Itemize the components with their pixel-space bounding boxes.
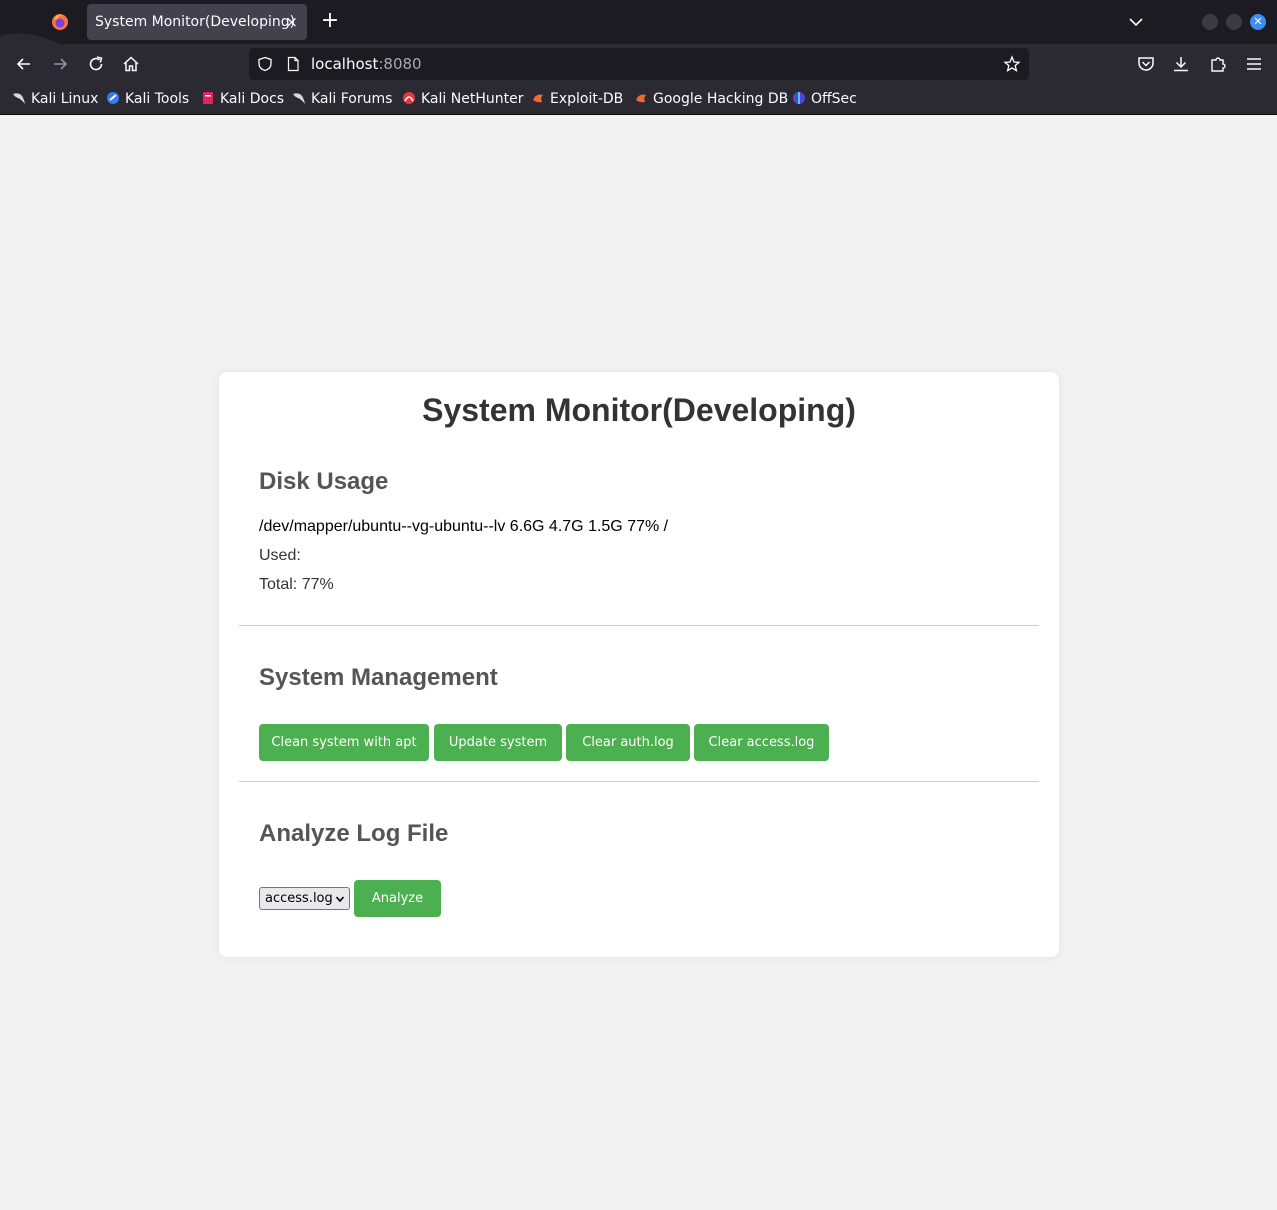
url-text[interactable]: localhost:8080 bbox=[311, 48, 422, 80]
bookmark-star-icon[interactable] bbox=[1003, 55, 1021, 73]
window-close-button[interactable]: ✕ bbox=[1250, 14, 1266, 30]
exploit-db-icon bbox=[636, 94, 646, 103]
bookmark-google-hacking-db[interactable]: Google Hacking DB bbox=[634, 84, 788, 115]
bookmark-label: Kali Tools bbox=[125, 91, 190, 107]
tab-title: System Monitor(Developing) bbox=[95, 14, 296, 30]
minimize-button[interactable] bbox=[1202, 14, 1218, 30]
tab-active[interactable]: System Monitor(Developing) × bbox=[87, 4, 307, 40]
analyze-log-heading: Analyze Log File bbox=[259, 820, 449, 847]
tab-close-icon[interactable]: × bbox=[285, 4, 298, 40]
nethunter-icon bbox=[403, 92, 415, 104]
page-title: System Monitor(Developing) bbox=[422, 392, 856, 428]
disk-usage-line: /dev/mapper/ubuntu--vg-ubuntu--lv 6.6G 4… bbox=[259, 518, 669, 535]
clear-access-log-button[interactable]: Clear access.log bbox=[694, 724, 829, 761]
pocket-icon[interactable] bbox=[1136, 54, 1156, 74]
kali-docs-icon bbox=[203, 92, 213, 104]
disk-total: Total: 77% bbox=[259, 576, 334, 593]
maximize-button[interactable] bbox=[1226, 14, 1242, 30]
bookmark-label: OffSec bbox=[811, 91, 857, 107]
exploit-db-icon bbox=[533, 94, 543, 103]
bookmark-kali-forums[interactable]: Kali Forums bbox=[292, 84, 392, 115]
tab-strip: System Monitor(Developing) × + ✕ bbox=[0, 0, 1277, 44]
bookmark-kali-docs[interactable]: Kali Docs bbox=[201, 84, 284, 115]
bookmark-exploit-db[interactable]: Exploit-DB bbox=[531, 84, 623, 115]
back-icon[interactable] bbox=[14, 54, 34, 74]
log-file-selected: access.log bbox=[265, 891, 333, 906]
clean-apt-button[interactable]: Clean system with apt bbox=[259, 724, 429, 761]
section-divider bbox=[239, 781, 1039, 782]
bookmark-label: Google Hacking DB bbox=[653, 91, 789, 107]
downloads-icon[interactable] bbox=[1171, 54, 1191, 74]
disk-used: Used: bbox=[259, 547, 301, 564]
monitor-card: System Monitor(Developing) Disk Usage /d… bbox=[219, 372, 1059, 957]
analyze-button[interactable]: Analyze bbox=[354, 880, 441, 917]
bookmark-label: Kali Docs bbox=[220, 91, 285, 107]
update-system-button[interactable]: Update system bbox=[434, 724, 562, 761]
navigation-toolbar: localhost:8080 bbox=[0, 44, 1277, 84]
home-icon[interactable] bbox=[121, 54, 141, 74]
bookmark-kali-nethunter[interactable]: Kali NetHunter bbox=[402, 84, 523, 115]
list-all-tabs-icon[interactable] bbox=[1127, 14, 1145, 30]
clear-auth-log-button[interactable]: Clear auth.log bbox=[566, 724, 690, 761]
kali-dragon-icon bbox=[293, 93, 305, 104]
bookmarks-toolbar: Kali Linux Kali Tools Kali Docs Kali For… bbox=[0, 84, 1277, 115]
bookmark-label: Kali Linux bbox=[31, 91, 99, 107]
forward-icon[interactable] bbox=[50, 54, 70, 74]
bookmark-offsec[interactable]: OffSec bbox=[792, 84, 857, 115]
log-file-select[interactable]: access.log bbox=[259, 887, 350, 910]
reload-icon[interactable] bbox=[86, 54, 106, 74]
address-bar[interactable]: localhost:8080 bbox=[249, 48, 1029, 80]
shield-icon[interactable] bbox=[257, 56, 273, 72]
bookmark-label: Kali Forums bbox=[311, 91, 393, 107]
menu-icon[interactable] bbox=[1244, 54, 1264, 74]
offsec-icon bbox=[793, 92, 805, 104]
page-icon[interactable] bbox=[285, 56, 301, 72]
bookmark-kali-linux[interactable]: Kali Linux bbox=[12, 84, 98, 115]
chevron-down-icon bbox=[335, 896, 345, 903]
bookmark-label: Kali NetHunter bbox=[421, 91, 524, 107]
extensions-icon[interactable] bbox=[1208, 54, 1228, 74]
new-tab-button[interactable]: + bbox=[319, 10, 341, 34]
bookmark-label: Exploit-DB bbox=[550, 91, 624, 107]
section-divider bbox=[239, 625, 1039, 626]
url-port: :8080 bbox=[378, 55, 422, 73]
url-host: localhost bbox=[311, 55, 379, 73]
firefox-icon[interactable] bbox=[51, 13, 69, 31]
system-management-heading: System Management bbox=[259, 664, 498, 691]
bookmark-kali-tools[interactable]: Kali Tools bbox=[106, 84, 189, 115]
kali-tools-icon bbox=[107, 92, 119, 104]
disk-usage-heading: Disk Usage bbox=[259, 468, 389, 495]
kali-dragon-icon bbox=[13, 93, 25, 104]
